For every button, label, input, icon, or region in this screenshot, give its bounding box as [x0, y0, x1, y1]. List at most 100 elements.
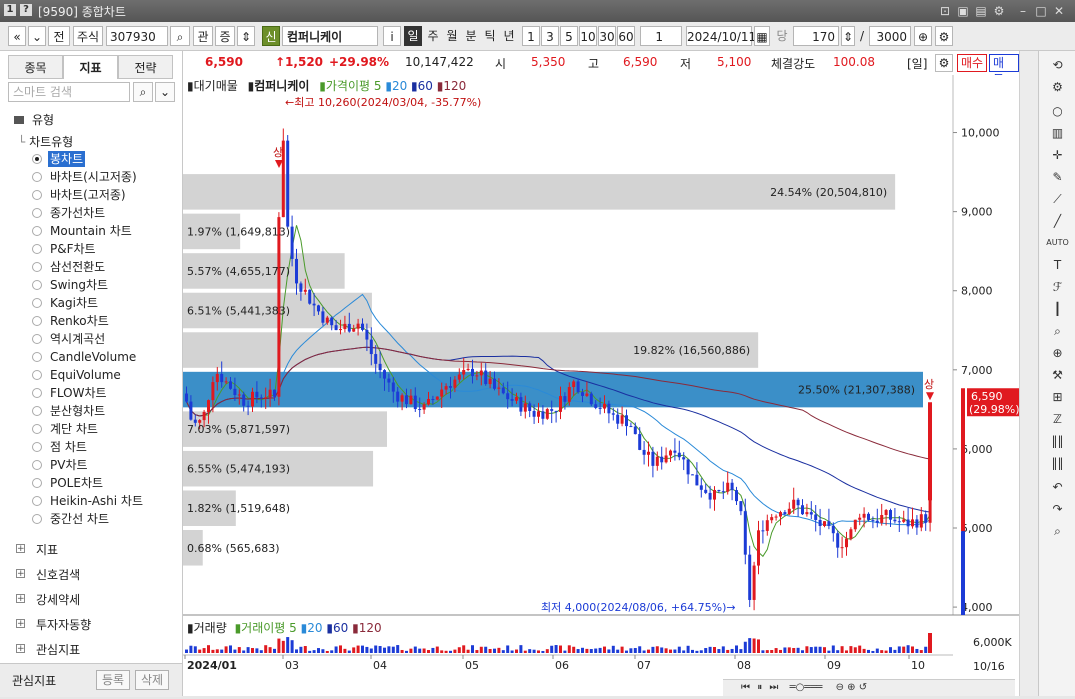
save-icon[interactable]: ▣	[955, 3, 971, 19]
jeung-button[interactable]: 증	[215, 26, 235, 46]
next-icon[interactable]: ⏭	[769, 682, 778, 693]
expand-icon[interactable]: +	[16, 619, 25, 629]
tab-indicator[interactable]: 지표	[63, 55, 118, 79]
interval-5[interactable]: 5	[560, 26, 578, 46]
chart-type-radio[interactable]	[32, 370, 42, 380]
indicator-section[interactable]: 신호검색	[36, 566, 80, 583]
chart-type-option[interactable]: Swing차트	[50, 277, 108, 293]
chart-type-option[interactable]: FLOW차트	[50, 385, 107, 401]
chart-type-radio[interactable]	[32, 298, 42, 308]
chart-type-option[interactable]: 역시계곡선	[50, 331, 105, 347]
chart-type-option[interactable]: Mountain 차트	[50, 223, 132, 239]
stock-type-select[interactable]: 주식	[73, 26, 103, 46]
close-button[interactable]: ✕	[1051, 3, 1067, 19]
chart-type-radio[interactable]	[32, 442, 42, 452]
expand-icon[interactable]: +	[16, 644, 25, 654]
slider-icon[interactable]: ═○═══	[790, 682, 823, 693]
chart-type-radio[interactable]	[32, 460, 42, 470]
first-icon[interactable]: ⏮	[741, 682, 750, 693]
indicator-section[interactable]: 투자자동향	[36, 616, 91, 633]
auto-icon[interactable]: AUTO	[1039, 233, 1075, 253]
chart-type-option[interactable]: 중간선 차트	[50, 511, 109, 527]
refresh-icon[interactable]: ⟲	[1039, 55, 1075, 75]
total-input[interactable]: 3000	[869, 26, 911, 46]
chart-type-radio[interactable]	[32, 316, 42, 326]
circle-icon[interactable]: ○	[1039, 101, 1075, 121]
pin-icon[interactable]: ⊡	[937, 3, 953, 19]
date-input[interactable]: 2024/10/11	[686, 26, 756, 46]
search-icon[interactable]: ⌕	[1039, 521, 1075, 541]
chart-type-radio[interactable]	[32, 244, 42, 254]
chart-type-option[interactable]: 바차트(시고저종)	[50, 169, 137, 185]
chart-type-radio[interactable]	[32, 514, 42, 524]
tree-subgroup-chart-type[interactable]: └ 차트유형	[18, 133, 73, 150]
ray-icon[interactable]: ⟋	[1039, 189, 1075, 209]
fibonacci-icon[interactable]: ℱ	[1039, 277, 1075, 297]
chart-type-option[interactable]: 바차트(고저종)	[50, 187, 126, 203]
text-icon[interactable]: T	[1039, 255, 1075, 275]
search-icon[interactable]: ⌕	[133, 82, 153, 102]
chart-type-option[interactable]: Renko차트	[50, 313, 109, 329]
zoom-out-icon[interactable]: ⊖	[836, 682, 844, 693]
reset-icon[interactable]: ↺	[859, 682, 867, 693]
period-minute[interactable]: 분	[462, 26, 480, 46]
chart-type-radio[interactable]	[32, 190, 42, 200]
register-button[interactable]: 등록	[96, 670, 130, 690]
minimize-button[interactable]: –	[1015, 3, 1031, 19]
expand-icon[interactable]: +	[16, 569, 25, 579]
redo-icon[interactable]: ↷	[1039, 499, 1075, 519]
dropdown-arrow-icon[interactable]: ⌄	[28, 26, 46, 46]
period-day[interactable]: 일	[404, 26, 422, 46]
tools-icon[interactable]: ⚒	[1039, 365, 1075, 385]
pause-icon[interactable]: ⏸	[757, 682, 762, 693]
zoom-in-icon[interactable]: ⊕	[847, 682, 855, 693]
bars2-icon[interactable]: ‖‖	[1039, 453, 1075, 473]
undo-icon[interactable]: ↶	[1039, 477, 1075, 497]
stock-code-input[interactable]: 307930	[106, 26, 168, 46]
expand-icon[interactable]: +	[16, 544, 25, 554]
count-stepper[interactable]: ⇕	[841, 26, 855, 46]
magnifier-icon[interactable]: ⊕	[1039, 343, 1075, 363]
interval-3[interactable]: 3	[541, 26, 559, 46]
dropdown-arrow-icon[interactable]: ⌄	[155, 82, 175, 102]
chart-type-option[interactable]: POLE차트	[50, 475, 103, 491]
chart-type-radio[interactable]	[32, 280, 42, 290]
chart-type-option[interactable]: CandleVolume	[50, 349, 136, 365]
period-year[interactable]: 년	[500, 26, 518, 46]
candle-icon[interactable]: ┃	[1039, 299, 1075, 319]
chart-type-option[interactable]: Heikin-Ashi 차트	[50, 493, 143, 509]
scrollbar[interactable]	[1019, 51, 1039, 696]
period-month[interactable]: 월	[443, 26, 461, 46]
zoom-icon[interactable]: ⌕	[1039, 321, 1075, 341]
search-icon[interactable]: ⌕	[170, 26, 190, 46]
chart-type-option[interactable]: 분산형차트	[50, 403, 105, 419]
period-tick[interactable]: 틱	[481, 26, 499, 46]
chart-type-option[interactable]: Kagi차트	[50, 295, 98, 311]
chart-type-radio[interactable]	[32, 352, 42, 362]
interval-1[interactable]: 1	[522, 26, 540, 46]
settings-icon[interactable]: ⚙	[935, 54, 953, 72]
chart-type-option[interactable]: EquiVolume	[50, 367, 121, 383]
print-icon[interactable]: ▤	[973, 3, 989, 19]
chart-scroll-controls[interactable]: ⏮ ⏸ ⏭ ═○═══ ⊖ ⊕ ↺	[723, 679, 1015, 696]
maximize-button[interactable]: □	[1033, 3, 1049, 19]
chart-type-option[interactable]: 종가선차트	[50, 205, 105, 221]
period-week[interactable]: 주	[424, 26, 442, 46]
gear-icon[interactable]: ⚙	[935, 26, 953, 46]
jeon-button[interactable]: 전	[48, 26, 70, 46]
chart-type-option[interactable]: P&F차트	[50, 241, 96, 257]
chart-area[interactable]: 24.54% (20,504,810) 1.97% (1,649,813) 5.57…	[183, 75, 1020, 696]
chart-type-radio[interactable]	[32, 334, 42, 344]
tab-strategy[interactable]: 전략	[118, 55, 173, 79]
number-one-icon[interactable]: 1	[4, 4, 16, 16]
settings-icon[interactable]: ⚙	[991, 3, 1007, 19]
chart-type-option[interactable]: 계단 차트	[50, 421, 98, 437]
interval-60[interactable]: 60	[617, 26, 635, 46]
prev-stock-button[interactable]: «	[8, 26, 26, 46]
price-chart[interactable]: 24.54% (20,504,810) 1.97% (1,649,813) 5.57…	[183, 75, 1020, 696]
indicator-section[interactable]: 지표	[36, 541, 58, 558]
chart-type-radio[interactable]	[32, 406, 42, 416]
buy-button[interactable]: 매수	[957, 54, 988, 72]
chart-type-radio[interactable]	[32, 208, 42, 218]
chart-icon[interactable]: ▥	[1039, 123, 1075, 143]
